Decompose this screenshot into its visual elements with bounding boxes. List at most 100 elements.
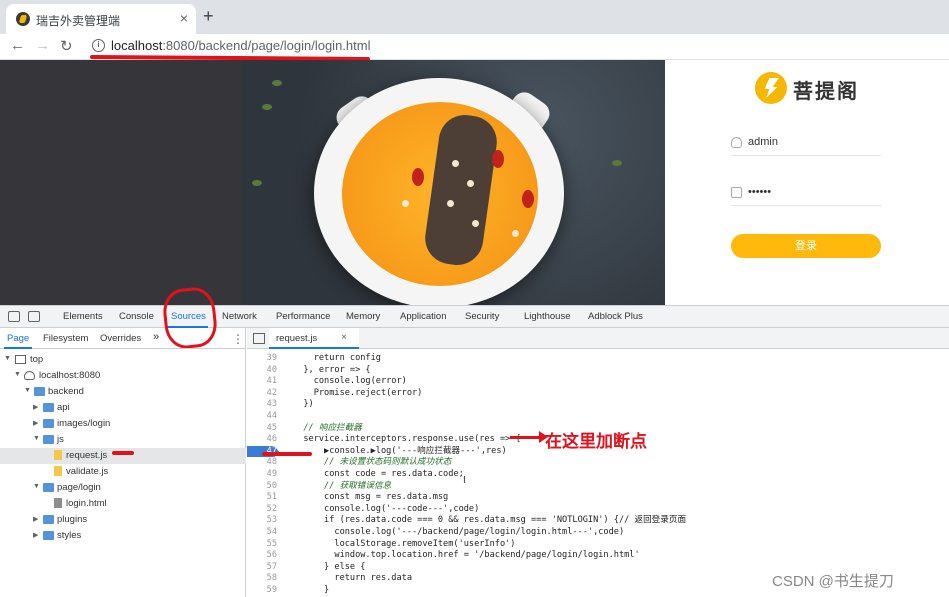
line-number[interactable]: 51 [247,492,277,504]
tree-item-js[interactable]: ▼ js [0,432,246,448]
tab-memory[interactable]: Memory [346,311,380,322]
tree-item-plugins[interactable]: ▶ plugins [0,512,246,528]
tree-label: styles [57,530,82,541]
tab-close-icon[interactable]: × [180,10,188,26]
code-line[interactable]: 52 console.log('---code---',code) [247,504,949,516]
code-line[interactable]: 44 [247,411,949,423]
info-icon[interactable]: i [92,39,105,52]
back-button[interactable]: ← [10,37,25,54]
code-text: return config [293,353,381,363]
tab-network[interactable]: Network [222,311,257,322]
code-line[interactable]: 48 // 未设置状态码则默认成功状态 [247,457,949,469]
line-number[interactable]: 46 [247,434,277,446]
line-number[interactable]: 52 [247,504,277,516]
expand-arrow-icon[interactable]: ▼ [14,371,21,378]
expand-arrow-icon[interactable]: ▼ [33,435,40,442]
collapse-arrow-icon[interactable]: ▶ [33,419,38,427]
barley-grain [472,220,479,227]
devtools-panel: Elements Console Sources Network Perform… [0,285,949,597]
line-number[interactable]: 40 [247,365,277,377]
line-number[interactable]: 54 [247,527,277,539]
forward-button[interactable]: → [35,37,50,54]
logo-icon [755,72,787,104]
password-field[interactable]: •••••• [731,182,881,206]
code-line[interactable]: 42 Promise.reject(error) [247,388,949,400]
collapse-arrow-icon[interactable]: ▶ [33,403,38,411]
user-icon [731,137,742,148]
code-line[interactable]: 53 if (res.data.code === 0 && res.data.m… [247,515,949,527]
tree-item-top[interactable]: ▼ top [0,352,246,368]
code-line[interactable]: 41 console.log(error) [247,376,949,388]
line-number[interactable]: 56 [247,550,277,562]
expand-arrow-icon[interactable]: ▼ [4,355,11,362]
device-toggle-icon[interactable] [28,311,40,322]
folder-icon [34,387,45,396]
subtab-filesystem[interactable]: Filesystem [43,333,88,344]
collapse-arrow-icon[interactable]: ▶ [33,531,38,539]
tab-strip: 瑞吉外卖管理端 × + [0,0,949,34]
toggle-navigator-icon[interactable] [253,333,265,344]
close-file-icon[interactable]: × [341,332,347,343]
inspect-icon[interactable] [8,311,20,322]
tree-item-api[interactable]: ▶ api [0,400,246,416]
line-number[interactable]: 57 [247,562,277,574]
username-field[interactable]: admin [731,132,881,156]
tab-console[interactable]: Console [119,311,154,322]
line-number[interactable]: 44 [247,411,277,423]
tree-item-images-login[interactable]: ▶ images/login [0,416,246,432]
tree-item-login-html[interactable]: login.html [0,496,246,512]
line-number[interactable]: 58 [247,573,277,585]
line-number[interactable]: 48 [247,457,277,469]
tab-lighthouse[interactable]: Lighthouse [524,311,570,322]
line-number[interactable]: 39 [247,353,277,365]
subtab-overrides[interactable]: Overrides [100,333,141,344]
browser-tab[interactable]: 瑞吉外卖管理端 × [6,4,196,34]
collapse-arrow-icon[interactable]: ▶ [33,515,38,523]
code-line[interactable]: 43 }) [247,399,949,411]
expand-arrow-icon[interactable]: ▼ [33,483,40,490]
code-line[interactable]: 40 }, error => { [247,365,949,377]
tab-elements[interactable]: Elements [63,311,103,322]
code-line[interactable]: 39 return config [247,353,949,365]
login-button[interactable]: 登录 [731,234,881,258]
line-number[interactable]: 53 [247,515,277,527]
code-line[interactable]: 56 window.top.location.href = '/backend/… [247,550,949,562]
line-number[interactable]: 41 [247,376,277,388]
code-text: }, error => { [293,364,371,375]
tab-adblock-plus[interactable]: Adblock Plus [588,311,643,322]
more-tabs-icon[interactable]: » [153,331,159,343]
line-number[interactable]: 50 [247,481,277,493]
tab-security[interactable]: Security [465,311,499,322]
kebab-menu-icon[interactable]: ⋮ [232,332,244,346]
expand-arrow-icon[interactable]: ▼ [24,387,31,394]
line-number[interactable]: 42 [247,388,277,400]
editor-file-tab[interactable]: request.js × [269,328,359,349]
address-bar[interactable]: i localhost:8080/backend/page/login/logi… [84,35,944,57]
code-line[interactable]: 55 localStorage.removeItem('userInfo') [247,539,949,551]
herb-leaf [272,80,282,86]
line-number[interactable]: 43 [247,399,277,411]
code-line[interactable]: 50 // 获取错误信息 [247,481,949,493]
tree-item-origin[interactable]: ▼ localhost:8080 [0,368,246,384]
tree-item-backend[interactable]: ▼ backend [0,384,246,400]
line-number[interactable]: 49 [247,469,277,481]
line-number[interactable]: 59 [247,585,277,597]
code-line[interactable]: 49 const code = res.data.code; [247,469,949,481]
tab-performance[interactable]: Performance [276,311,330,322]
code-line[interactable]: 54 console.log('---/backend/page/login/l… [247,527,949,539]
line-number[interactable]: 45 [247,423,277,435]
code-line[interactable]: 51 const msg = res.data.msg [247,492,949,504]
code-editor: request.js × 39 return config 40 }, error… [247,328,949,597]
sources-navigator: Page Filesystem Overrides » ⋮ ▼ top ▼ lo… [0,328,246,597]
tree-item-validate-js[interactable]: validate.js [0,464,246,480]
tree-label: api [57,402,70,413]
subtab-page[interactable]: Page [7,333,29,344]
url-host: localhost [111,38,163,53]
tree-item-page-login[interactable]: ▼ page/login [0,480,246,496]
tab-application[interactable]: Application [400,311,446,322]
code-text: window.top.location.href = '/backend/pag… [293,550,640,561]
reload-button[interactable]: ↻ [60,37,73,55]
new-tab-button[interactable]: + [203,6,214,27]
line-number[interactable]: 55 [247,539,277,551]
tree-item-styles[interactable]: ▶ styles [0,528,246,544]
